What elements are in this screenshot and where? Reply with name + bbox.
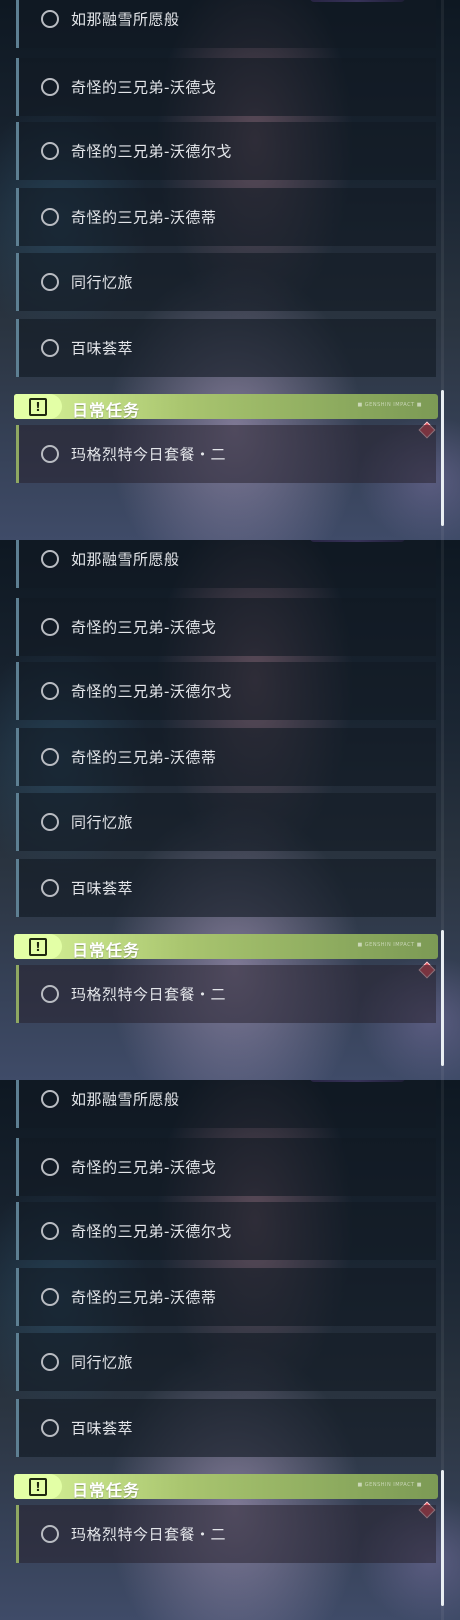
quest-item[interactable]: 同行忆旅 [16, 253, 436, 311]
quest-item[interactable]: 奇怪的三兄弟-沃德尔戈 [16, 122, 436, 180]
circle-icon [41, 1353, 59, 1371]
quest-label: 同行忆旅 [71, 813, 134, 832]
quest-label: 奇怪的三兄弟-沃德蒂 [71, 1288, 217, 1307]
circle-icon [41, 339, 59, 357]
circle-icon [41, 78, 59, 96]
quest-item[interactable]: 如那融雪所愿般 [16, 1080, 436, 1128]
circle-icon [41, 1090, 59, 1108]
quest-panel-2: 如那融雪所愿般 奇怪的三兄弟-沃德戈 奇怪的三兄弟-沃德尔戈 奇怪的三兄弟-沃德… [0, 540, 460, 1080]
circle-icon [41, 1288, 59, 1306]
quest-label: 玛格烈特今日套餐・二 [71, 1525, 227, 1544]
quest-label: 如那融雪所愿般 [71, 550, 180, 569]
quest-item[interactable]: 奇怪的三兄弟-沃德尔戈 [16, 662, 436, 720]
quest-item[interactable]: 奇怪的三兄弟-沃德戈 [16, 1138, 436, 1196]
quest-label: 玛格烈特今日套餐・二 [71, 985, 227, 1004]
quest-item[interactable]: 百味荟萃 [16, 1399, 436, 1457]
quest-label: 百味荟萃 [71, 339, 134, 358]
quest-label: 百味荟萃 [71, 879, 134, 898]
scrollbar-thumb[interactable] [441, 1470, 444, 1606]
circle-icon [41, 985, 59, 1003]
daily-badge: ! [14, 394, 62, 419]
daily-quest-item[interactable]: 玛格烈特今日套餐・二 [16, 1505, 436, 1563]
quest-label: 奇怪的三兄弟-沃德蒂 [71, 748, 217, 767]
daily-quest-header: ! 日常任务 ■ GENSHIN IMPACT ■ [14, 1474, 438, 1500]
quest-label: 百味荟萃 [71, 1419, 134, 1438]
quest-panel-3: 如那融雪所愿般 奇怪的三兄弟-沃德戈 奇怪的三兄弟-沃德尔戈 奇怪的三兄弟-沃德… [0, 1080, 460, 1620]
quest-panel-1: 如那融雪所愿般 奇怪的三兄弟-沃德戈 奇怪的三兄弟-沃德尔戈 奇怪的三兄弟-沃德… [0, 0, 460, 540]
circle-icon [41, 682, 59, 700]
circle-icon [41, 1158, 59, 1176]
circle-icon [41, 273, 59, 291]
daily-quest-header: ! 日常任务 ■ GENSHIN IMPACT ■ [14, 934, 438, 960]
quest-label: 奇怪的三兄弟-沃德戈 [71, 1158, 217, 1177]
quest-label: 同行忆旅 [71, 273, 134, 292]
circle-icon [41, 208, 59, 226]
circle-icon [41, 1419, 59, 1437]
quest-label: 奇怪的三兄弟-沃德蒂 [71, 208, 217, 227]
quest-label: 如那融雪所愿般 [71, 10, 180, 29]
circle-icon [41, 10, 59, 28]
quest-label: 玛格烈特今日套餐・二 [71, 445, 227, 464]
circle-icon [41, 618, 59, 636]
daily-quest-item[interactable]: 玛格烈特今日套餐・二 [16, 425, 436, 483]
quest-item[interactable]: 奇怪的三兄弟-沃德蒂 [16, 728, 436, 786]
quest-item[interactable]: 奇怪的三兄弟-沃德尔戈 [16, 1202, 436, 1260]
quest-label: 奇怪的三兄弟-沃德戈 [71, 618, 217, 637]
circle-icon [41, 1525, 59, 1543]
header-tag: ■ GENSHIN IMPACT ■ [357, 1482, 422, 1488]
quest-label: 奇怪的三兄弟-沃德尔戈 [71, 1222, 232, 1241]
scrollbar-thumb[interactable] [441, 390, 444, 526]
circle-icon [41, 550, 59, 568]
quest-label: 奇怪的三兄弟-沃德尔戈 [71, 682, 232, 701]
quest-label: 如那融雪所愿般 [71, 1090, 180, 1109]
circle-icon [41, 142, 59, 160]
quest-item[interactable]: 百味荟萃 [16, 319, 436, 377]
daily-badge: ! [14, 934, 62, 959]
quest-item[interactable]: 如那融雪所愿般 [16, 0, 436, 48]
circle-icon [41, 879, 59, 897]
circle-icon [41, 445, 59, 463]
quest-item[interactable]: 奇怪的三兄弟-沃德戈 [16, 58, 436, 116]
header-tag: ■ GENSHIN IMPACT ■ [357, 942, 422, 948]
header-tag: ■ GENSHIN IMPACT ■ [357, 402, 422, 408]
daily-title: 日常任务 [72, 1481, 141, 1500]
quest-label: 同行忆旅 [71, 1353, 134, 1372]
circle-icon [41, 748, 59, 766]
exclamation-icon: ! [29, 938, 47, 956]
exclamation-icon: ! [29, 1478, 47, 1496]
quest-item[interactable]: 如那融雪所愿般 [16, 540, 436, 588]
daily-title: 日常任务 [72, 941, 141, 960]
quest-item[interactable]: 同行忆旅 [16, 1333, 436, 1391]
circle-icon [41, 1222, 59, 1240]
daily-quest-item[interactable]: 玛格烈特今日套餐・二 [16, 965, 436, 1023]
quest-item[interactable]: 奇怪的三兄弟-沃德戈 [16, 598, 436, 656]
quest-item[interactable]: 百味荟萃 [16, 859, 436, 917]
quest-label: 奇怪的三兄弟-沃德尔戈 [71, 142, 232, 161]
daily-title: 日常任务 [72, 401, 141, 420]
quest-item[interactable]: 奇怪的三兄弟-沃德蒂 [16, 188, 436, 246]
daily-quest-header: ! 日常任务 ■ GENSHIN IMPACT ■ [14, 394, 438, 420]
quest-item[interactable]: 同行忆旅 [16, 793, 436, 851]
quest-item[interactable]: 奇怪的三兄弟-沃德蒂 [16, 1268, 436, 1326]
scrollbar-thumb[interactable] [441, 930, 444, 1066]
exclamation-icon: ! [29, 398, 47, 416]
quest-label: 奇怪的三兄弟-沃德戈 [71, 78, 217, 97]
daily-badge: ! [14, 1474, 62, 1499]
circle-icon [41, 813, 59, 831]
